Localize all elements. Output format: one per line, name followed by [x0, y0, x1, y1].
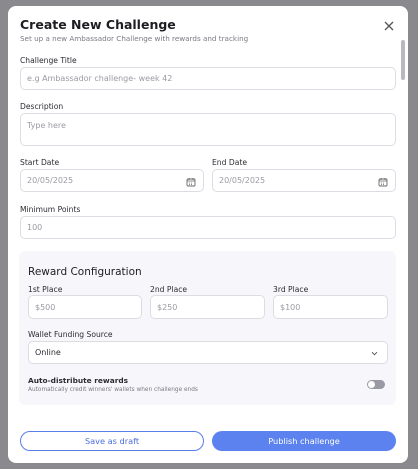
wallet-source-select[interactable]: Online: [28, 341, 388, 364]
auto-distribute-toggle[interactable]: [367, 380, 385, 389]
auto-distribute-description: Automatically credit winners' wallets wh…: [28, 387, 198, 393]
start-date-value: 20/05/2025: [27, 176, 74, 185]
end-date-input[interactable]: 20/05/2025: [212, 169, 396, 192]
close-icon[interactable]: [382, 18, 396, 32]
start-date-label: Start Date: [20, 158, 60, 167]
wallet-source-label: Wallet Funding Source: [28, 330, 113, 339]
auto-distribute-label: Auto-distribute rewards: [28, 376, 129, 385]
description-textarea[interactable]: Type here: [20, 113, 396, 146]
challenge-title-input[interactable]: e.g Ambassador challenge- week 42: [20, 67, 396, 90]
first-place-input[interactable]: $500: [28, 295, 142, 319]
modal-subtitle: Set up a new Ambassador Challenge with r…: [20, 34, 249, 43]
description-placeholder: Type here: [27, 121, 66, 130]
second-place-input[interactable]: $250: [150, 295, 265, 319]
description-label: Description: [20, 102, 64, 111]
challenge-title-placeholder: e.g Ambassador challenge- week 42: [27, 74, 173, 83]
min-points-label: Minimum Points: [20, 205, 81, 214]
chevron-down-icon: [370, 349, 379, 360]
reward-configuration-panel: Reward Configuration 1st Place $500 2nd …: [19, 251, 396, 405]
min-points-input[interactable]: 100: [20, 216, 396, 239]
challenge-title-label: Challenge Title: [20, 56, 77, 65]
start-date-input[interactable]: 20/05/2025: [20, 169, 204, 192]
second-place-label: 2nd Place: [150, 285, 188, 294]
end-date-value: 20/05/2025: [219, 176, 266, 185]
calendar-icon[interactable]: [378, 177, 388, 187]
modal-title: Create New Challenge: [20, 17, 176, 32]
create-challenge-modal: Create New Challenge Set up a new Ambass…: [8, 6, 408, 463]
toggle-knob: [368, 381, 375, 388]
end-date-label: End Date: [212, 158, 247, 167]
first-place-placeholder: $500: [35, 302, 56, 312]
wallet-source-value: Online: [35, 348, 61, 357]
publish-challenge-button[interactable]: Publish challenge: [212, 431, 396, 451]
save-as-draft-button[interactable]: Save as draft: [20, 431, 204, 451]
scrollbar[interactable]: [401, 40, 405, 80]
third-place-input[interactable]: $100: [273, 295, 388, 319]
reward-config-title: Reward Configuration: [28, 266, 142, 278]
min-points-placeholder: 100: [27, 223, 43, 232]
calendar-icon[interactable]: [186, 177, 196, 187]
second-place-placeholder: $250: [157, 302, 178, 312]
third-place-label: 3rd Place: [273, 285, 309, 294]
first-place-label: 1st Place: [28, 285, 63, 294]
third-place-placeholder: $100: [280, 302, 301, 312]
